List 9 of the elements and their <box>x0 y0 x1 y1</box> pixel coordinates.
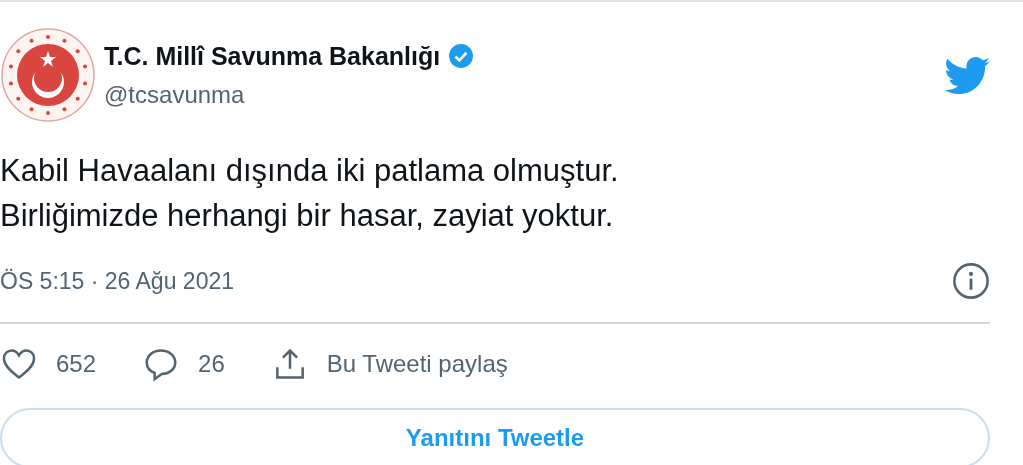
bird-logo-icon[interactable] <box>944 57 990 95</box>
tweet-text: Kabil Havaalanı dışında iki patlama olmuştur. Birliğimizde herhangi bir hasar, zayiat yoktur. <box>0 152 620 235</box>
like-action-label[interactable]: 652 <box>56 350 97 378</box>
account-name[interactable]: T.C. Millî Savunma Bakanlığı <box>104 41 441 71</box>
tweet-timestamp[interactable]: ÖS 5:15 · 26 Ağu 2021 <box>0 267 234 295</box>
share-action-label[interactable]: Bu Tweeti paylaş <box>326 350 508 378</box>
info-icon[interactable] <box>952 262 990 300</box>
account-handle[interactable]: @tcsavunma <box>104 80 475 109</box>
reply-action-label[interactable]: 26 <box>198 350 225 378</box>
